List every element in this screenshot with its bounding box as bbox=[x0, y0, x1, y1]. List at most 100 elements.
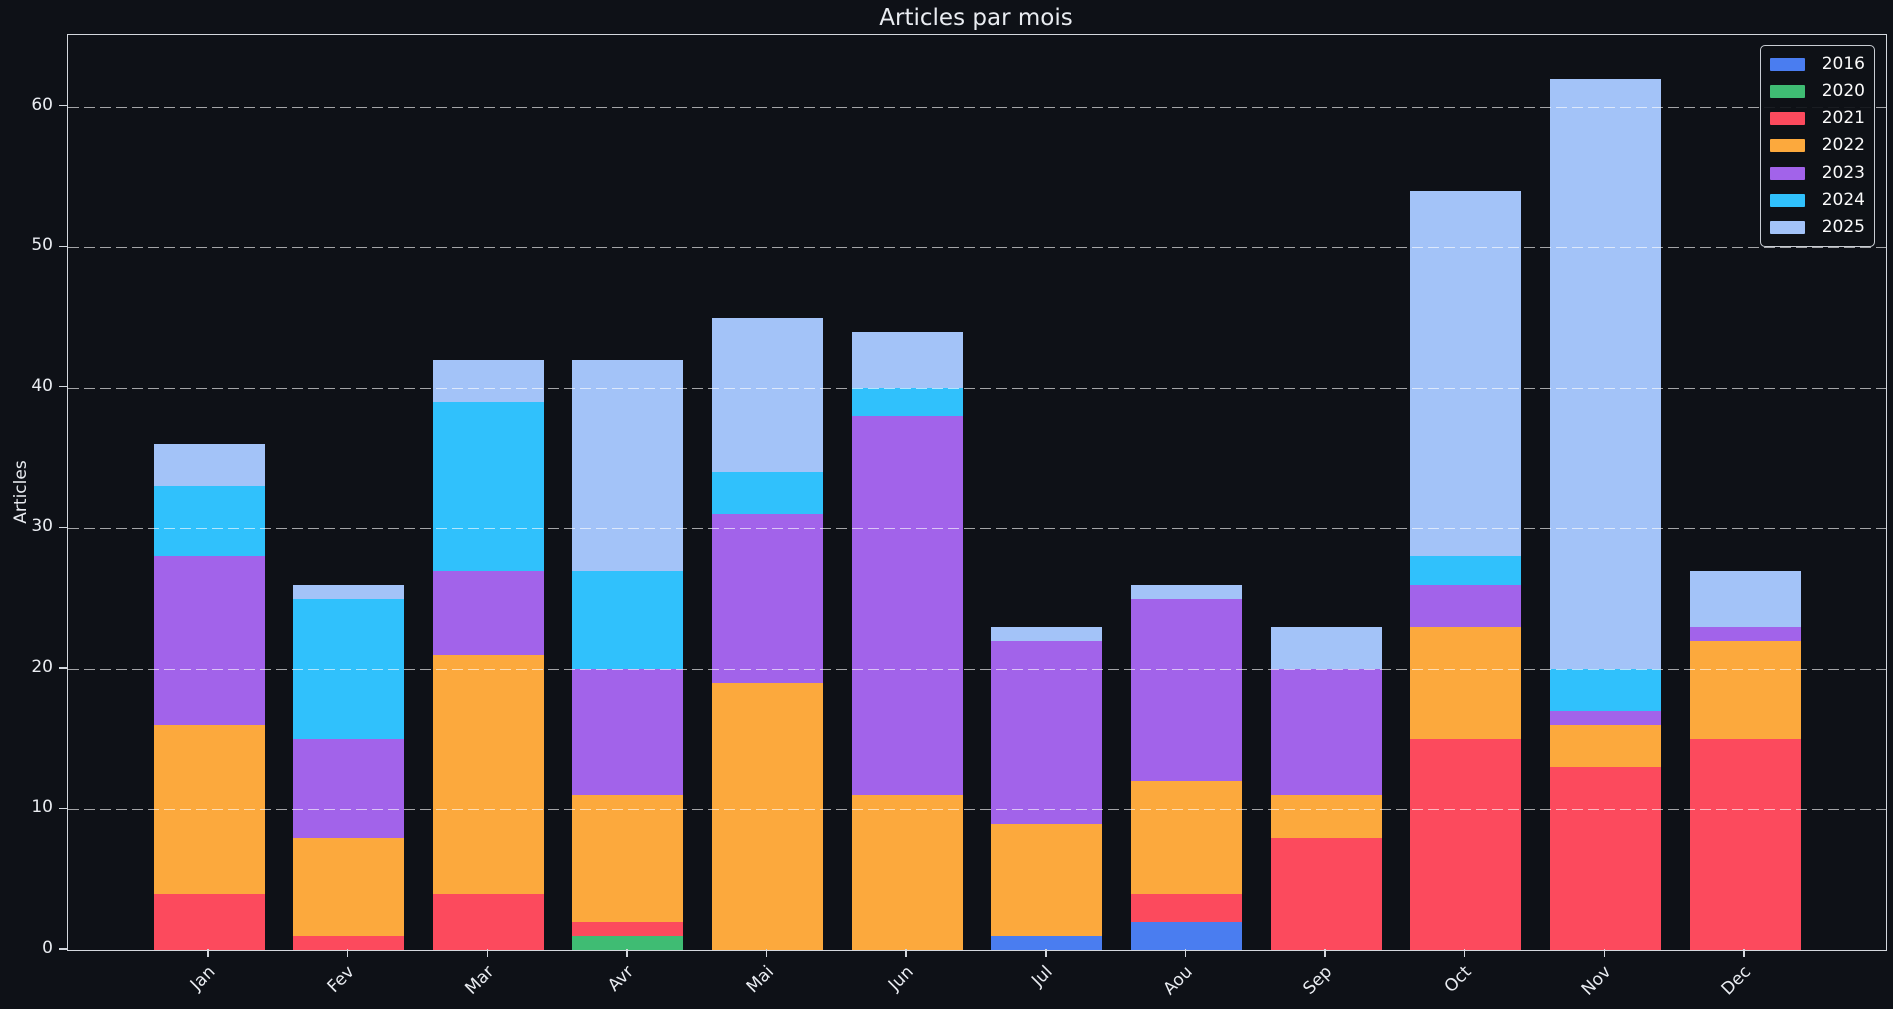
bar-segment-Aou-2023 bbox=[1131, 599, 1242, 782]
bar-segment-Sep-2025 bbox=[1271, 627, 1382, 669]
legend-item-2020: 2020 bbox=[1770, 83, 1865, 100]
bar-segment-Mar-2021 bbox=[433, 894, 544, 950]
bar-segment-Avr-2022 bbox=[572, 795, 683, 921]
y-tick-60 bbox=[59, 105, 67, 106]
x-tick-Dec bbox=[1743, 949, 1744, 957]
legend-label-2024: 2024 bbox=[1815, 192, 1865, 209]
bar-segment-Fev-2021 bbox=[293, 936, 404, 950]
x-tick-label-text: Aou bbox=[1159, 962, 1196, 999]
legend-label-2022: 2022 bbox=[1815, 137, 1865, 154]
x-tick-label-text: Mar bbox=[462, 962, 499, 999]
bar-segment-Jan-2025 bbox=[154, 444, 265, 486]
legend-label-2016: 2016 bbox=[1815, 56, 1865, 73]
plot-area bbox=[67, 34, 1887, 951]
gridline-y50 bbox=[68, 247, 1886, 248]
legend-swatch-2024 bbox=[1770, 194, 1805, 207]
legend-item-2016: 2016 bbox=[1770, 56, 1865, 73]
y-tick-10 bbox=[59, 808, 67, 809]
bar-segment-Fev-2022 bbox=[293, 838, 404, 936]
x-tick-label-text: Oct bbox=[1441, 962, 1476, 997]
bar-segment-Nov-2024 bbox=[1550, 669, 1661, 711]
legend-label-2020: 2020 bbox=[1815, 83, 1865, 100]
x-tick-Aou bbox=[1185, 949, 1186, 957]
legend-label-2025: 2025 bbox=[1815, 219, 1865, 236]
bar-segment-Mar-2025 bbox=[433, 360, 544, 402]
y-tick-label-30: 30 bbox=[9, 518, 53, 535]
legend: 2016 2020 2021 2022 2023 2024 2025 bbox=[1760, 45, 1875, 247]
y-tick-20 bbox=[59, 667, 67, 668]
bar-segment-Jul-2022 bbox=[991, 824, 1102, 936]
x-tick-Avr bbox=[626, 949, 627, 957]
bar-segment-Sep-2021 bbox=[1271, 838, 1382, 950]
bar-segment-Oct-2025 bbox=[1410, 191, 1521, 556]
legend-item-2025: 2025 bbox=[1770, 219, 1865, 236]
x-tick-label-text: Fev bbox=[324, 962, 359, 997]
bar-segment-Dec-2022 bbox=[1690, 641, 1801, 739]
legend-swatch-2025 bbox=[1770, 221, 1805, 234]
y-axis-label: Articles bbox=[11, 460, 31, 523]
bar-segment-Mar-2022 bbox=[433, 655, 544, 894]
x-tick-Nov bbox=[1604, 949, 1605, 957]
bar-segment-Avr-2024 bbox=[572, 571, 683, 669]
bar-segment-Avr-2023 bbox=[572, 669, 683, 795]
bar-segment-Aou-2022 bbox=[1131, 781, 1242, 893]
bar-segment-Avr-2020 bbox=[572, 936, 683, 950]
bar-segment-Jan-2021 bbox=[154, 894, 265, 950]
bar-segment-Oct-2024 bbox=[1410, 556, 1521, 584]
bar-segment-Fev-2023 bbox=[293, 739, 404, 837]
bar-segment-Oct-2023 bbox=[1410, 585, 1521, 627]
y-tick-label-60: 60 bbox=[9, 97, 53, 114]
legend-swatch-2023 bbox=[1770, 167, 1805, 180]
bar-segment-Fev-2025 bbox=[293, 585, 404, 599]
legend-swatch-2022 bbox=[1770, 139, 1805, 152]
legend-label-2021: 2021 bbox=[1815, 110, 1865, 127]
legend-swatch-2020 bbox=[1770, 85, 1805, 98]
y-tick-30 bbox=[59, 527, 67, 528]
legend-swatch-2016 bbox=[1770, 58, 1805, 71]
bar-segment-Nov-2021 bbox=[1550, 767, 1661, 950]
bar-segment-Jun-2024 bbox=[852, 388, 963, 416]
bar-segment-Jun-2022 bbox=[852, 795, 963, 950]
x-tick-label-text: Sep bbox=[1299, 962, 1336, 999]
bar-segment-Jul-2025 bbox=[991, 627, 1102, 641]
bar-segment-Mai-2023 bbox=[712, 514, 823, 683]
y-tick-label-20: 20 bbox=[9, 659, 53, 676]
bar-segment-Jan-2023 bbox=[154, 556, 265, 725]
bar-segment-Avr-2025 bbox=[572, 360, 683, 571]
gridline-y30 bbox=[68, 528, 1886, 529]
x-tick-Fev bbox=[347, 949, 348, 957]
bar-segment-Jul-2016 bbox=[991, 936, 1102, 950]
x-tick-label-text: Jun bbox=[884, 962, 917, 995]
bar-segment-Dec-2023 bbox=[1690, 627, 1801, 641]
legend-label-2023: 2023 bbox=[1815, 165, 1865, 182]
x-tick-Jun bbox=[905, 949, 906, 957]
bar-segment-Mar-2024 bbox=[433, 402, 544, 571]
x-tick-label-text: Mai bbox=[742, 962, 777, 997]
legend-item-2021: 2021 bbox=[1770, 110, 1865, 127]
y-tick-label-10: 10 bbox=[9, 799, 53, 816]
legend-item-2023: 2023 bbox=[1770, 165, 1865, 182]
bar-segment-Dec-2025 bbox=[1690, 571, 1801, 627]
gridline-y40 bbox=[68, 388, 1886, 389]
y-tick-50 bbox=[59, 246, 67, 247]
bar-segment-Avr-2021 bbox=[572, 922, 683, 936]
bar-segment-Aou-2021 bbox=[1131, 894, 1242, 922]
bar-segment-Aou-2016 bbox=[1131, 922, 1242, 950]
y-tick-0 bbox=[59, 948, 67, 949]
bar-segment-Nov-2025 bbox=[1550, 79, 1661, 669]
bar-segment-Nov-2023 bbox=[1550, 711, 1661, 725]
legend-item-2024: 2024 bbox=[1770, 192, 1865, 209]
bar-segment-Nov-2022 bbox=[1550, 725, 1661, 767]
x-tick-label-text: Jul bbox=[1028, 962, 1057, 991]
figure: Articles par mois Articles 0102030405060… bbox=[0, 0, 1893, 1009]
x-tick-label-text: Avr bbox=[604, 962, 638, 996]
legend-item-2022: 2022 bbox=[1770, 137, 1865, 154]
x-tick-Oct bbox=[1464, 949, 1465, 957]
bar-segment-Sep-2022 bbox=[1271, 795, 1382, 837]
x-tick-Mar bbox=[487, 949, 488, 957]
bar-segment-Mai-2024 bbox=[712, 472, 823, 514]
bar-segment-Aou-2025 bbox=[1131, 585, 1242, 599]
y-tick-label-0: 0 bbox=[9, 940, 53, 957]
bar-segment-Mai-2022 bbox=[712, 683, 823, 950]
bar-segment-Mai-2025 bbox=[712, 318, 823, 473]
